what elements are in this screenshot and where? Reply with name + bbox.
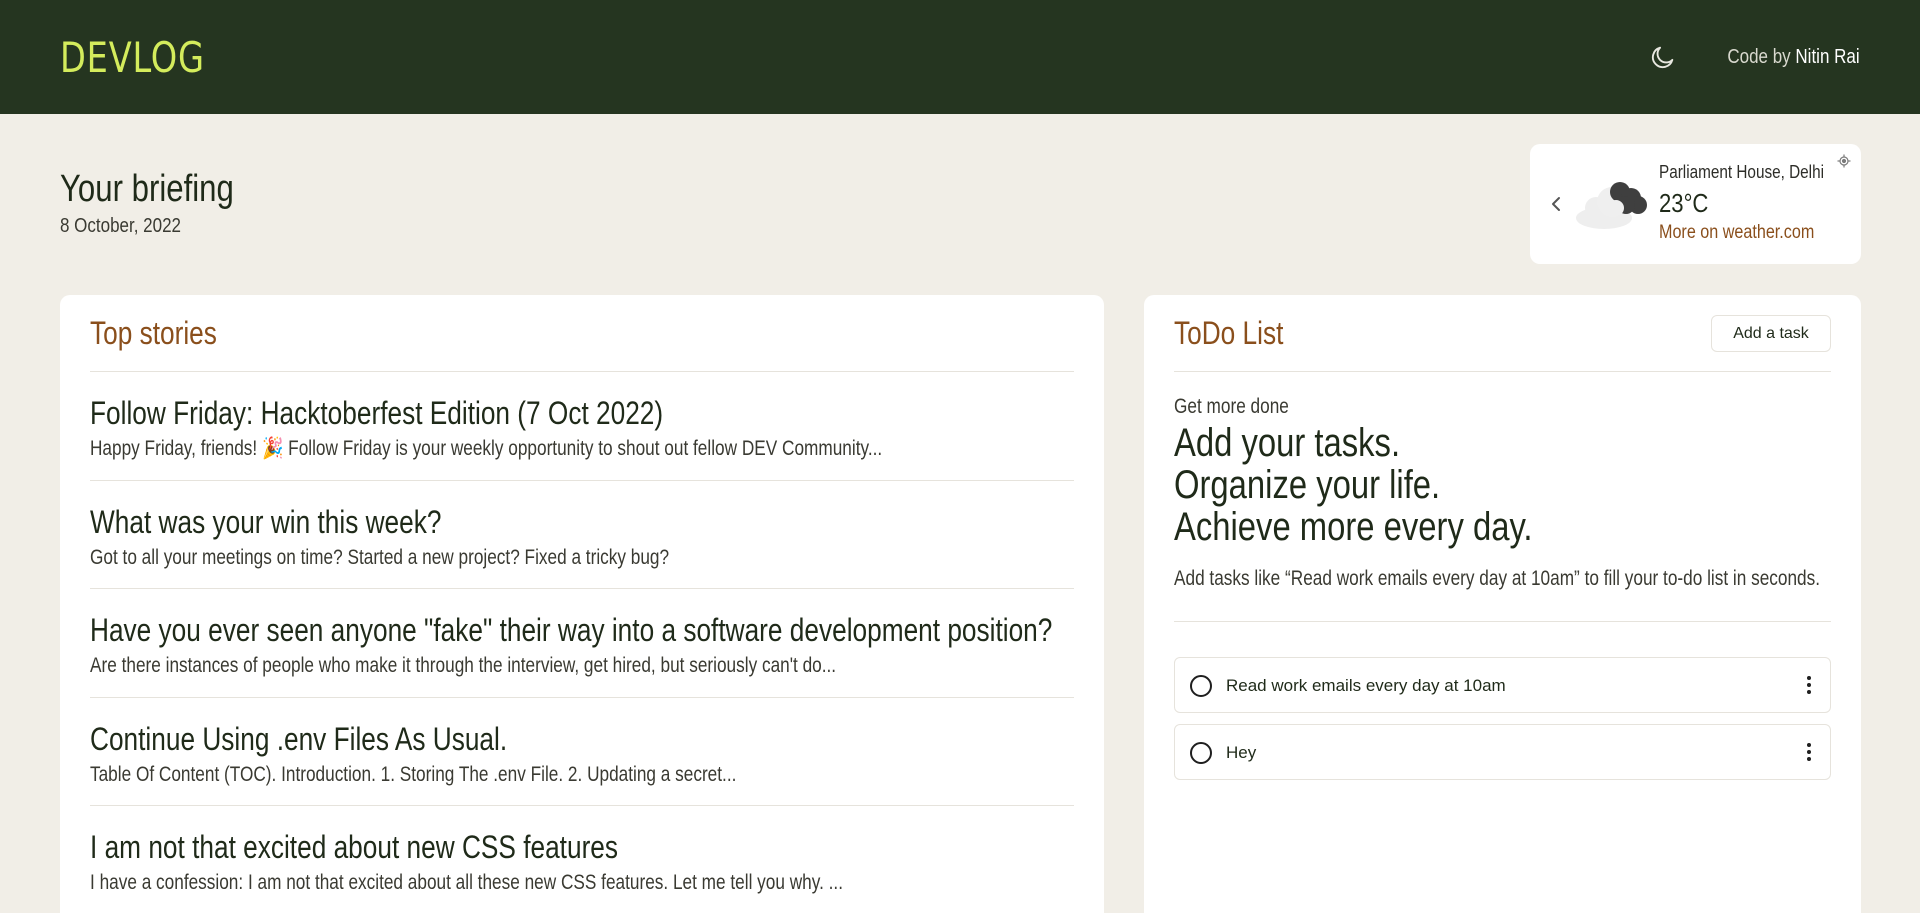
- briefing-date: 8 October, 2022: [60, 215, 181, 237]
- more-vertical-icon[interactable]: [1802, 739, 1816, 765]
- top-stories-card: Top stories Follow Friday: Hacktoberfest…: [60, 295, 1104, 913]
- todo-title: ToDo List: [1174, 315, 1284, 351]
- task-item: Hey: [1174, 724, 1831, 780]
- top-stories-title: Top stories: [90, 315, 217, 351]
- divider: [1174, 621, 1831, 622]
- header-actions: Code by Nitin Rai: [1648, 42, 1860, 72]
- todo-hint: Add tasks like “Read work emails every d…: [1174, 567, 1821, 590]
- app-header: DEVLOG Code by Nitin Rai: [0, 0, 1920, 114]
- chevron-left-icon[interactable]: [1546, 190, 1566, 218]
- task-text: Hey: [1226, 743, 1257, 762]
- more-vertical-icon[interactable]: [1802, 672, 1816, 698]
- weather-widget: Parliament House, Delhi 23°C More on wea…: [1530, 144, 1861, 264]
- page-title: Your briefing: [60, 168, 234, 210]
- weather-location: Parliament House, Delhi: [1659, 162, 1824, 182]
- task-text: Read work emails every day at 10am: [1226, 676, 1506, 695]
- story-item[interactable]: I am not that excited about new CSS feat…: [90, 806, 1074, 913]
- add-task-button[interactable]: Add a task: [1711, 315, 1831, 352]
- story-title[interactable]: I am not that excited about new CSS feat…: [90, 829, 618, 866]
- story-item[interactable]: Follow Friday: Hacktoberfest Edition (7 …: [90, 372, 1074, 481]
- divider: [1174, 371, 1831, 372]
- task-checkbox[interactable]: [1190, 742, 1212, 764]
- todo-headline-line: Add your tasks.: [1174, 421, 1401, 465]
- story-description: Happy Friday, friends! 🎉 Follow Friday i…: [90, 437, 883, 460]
- weather-more-link[interactable]: More on weather.com: [1659, 222, 1814, 244]
- story-description: I have a confession: I am not that excit…: [90, 871, 843, 894]
- cloudy-icon: [1574, 178, 1650, 235]
- weather-temperature: 23°C: [1659, 188, 1709, 218]
- story-description: Are there instances of people who make i…: [90, 654, 837, 677]
- credit-author-link[interactable]: Nitin Rai: [1796, 46, 1860, 68]
- task-checkbox[interactable]: [1190, 675, 1212, 697]
- credit-prefix: Code by: [1727, 45, 1792, 68]
- todo-card: ToDo List Add a task Get more done Add y…: [1144, 295, 1861, 913]
- story-title[interactable]: Have you ever seen anyone "fake" their w…: [90, 612, 1052, 649]
- todo-headline-line: Achieve more every day.: [1174, 505, 1533, 549]
- story-description: Got to all your meetings on time? Starte…: [90, 545, 670, 569]
- story-item[interactable]: What was your win this week? Got to all …: [90, 481, 1074, 589]
- location-icon[interactable]: [1837, 154, 1851, 168]
- story-list: Follow Friday: Hacktoberfest Edition (7 …: [90, 372, 1074, 913]
- story-item[interactable]: Continue Using .env Files As Usual. Tabl…: [90, 698, 1074, 806]
- story-title[interactable]: Follow Friday: Hacktoberfest Edition (7 …: [90, 395, 663, 432]
- story-title[interactable]: What was your win this week?: [90, 504, 441, 541]
- todo-headline-line: Organize your life.: [1174, 463, 1441, 507]
- story-description: Table Of Content (TOC). Introduction. 1.…: [90, 762, 737, 786]
- moon-icon[interactable]: [1648, 42, 1678, 72]
- todo-kicker: Get more done: [1174, 395, 1289, 418]
- credit-text: Code by Nitin Rai: [1728, 46, 1860, 69]
- story-item[interactable]: Have you ever seen anyone "fake" their w…: [90, 589, 1074, 698]
- task-item: Read work emails every day at 10am: [1174, 657, 1831, 713]
- app-logo[interactable]: DEVLOG: [60, 33, 205, 82]
- story-title[interactable]: Continue Using .env Files As Usual.: [90, 721, 507, 758]
